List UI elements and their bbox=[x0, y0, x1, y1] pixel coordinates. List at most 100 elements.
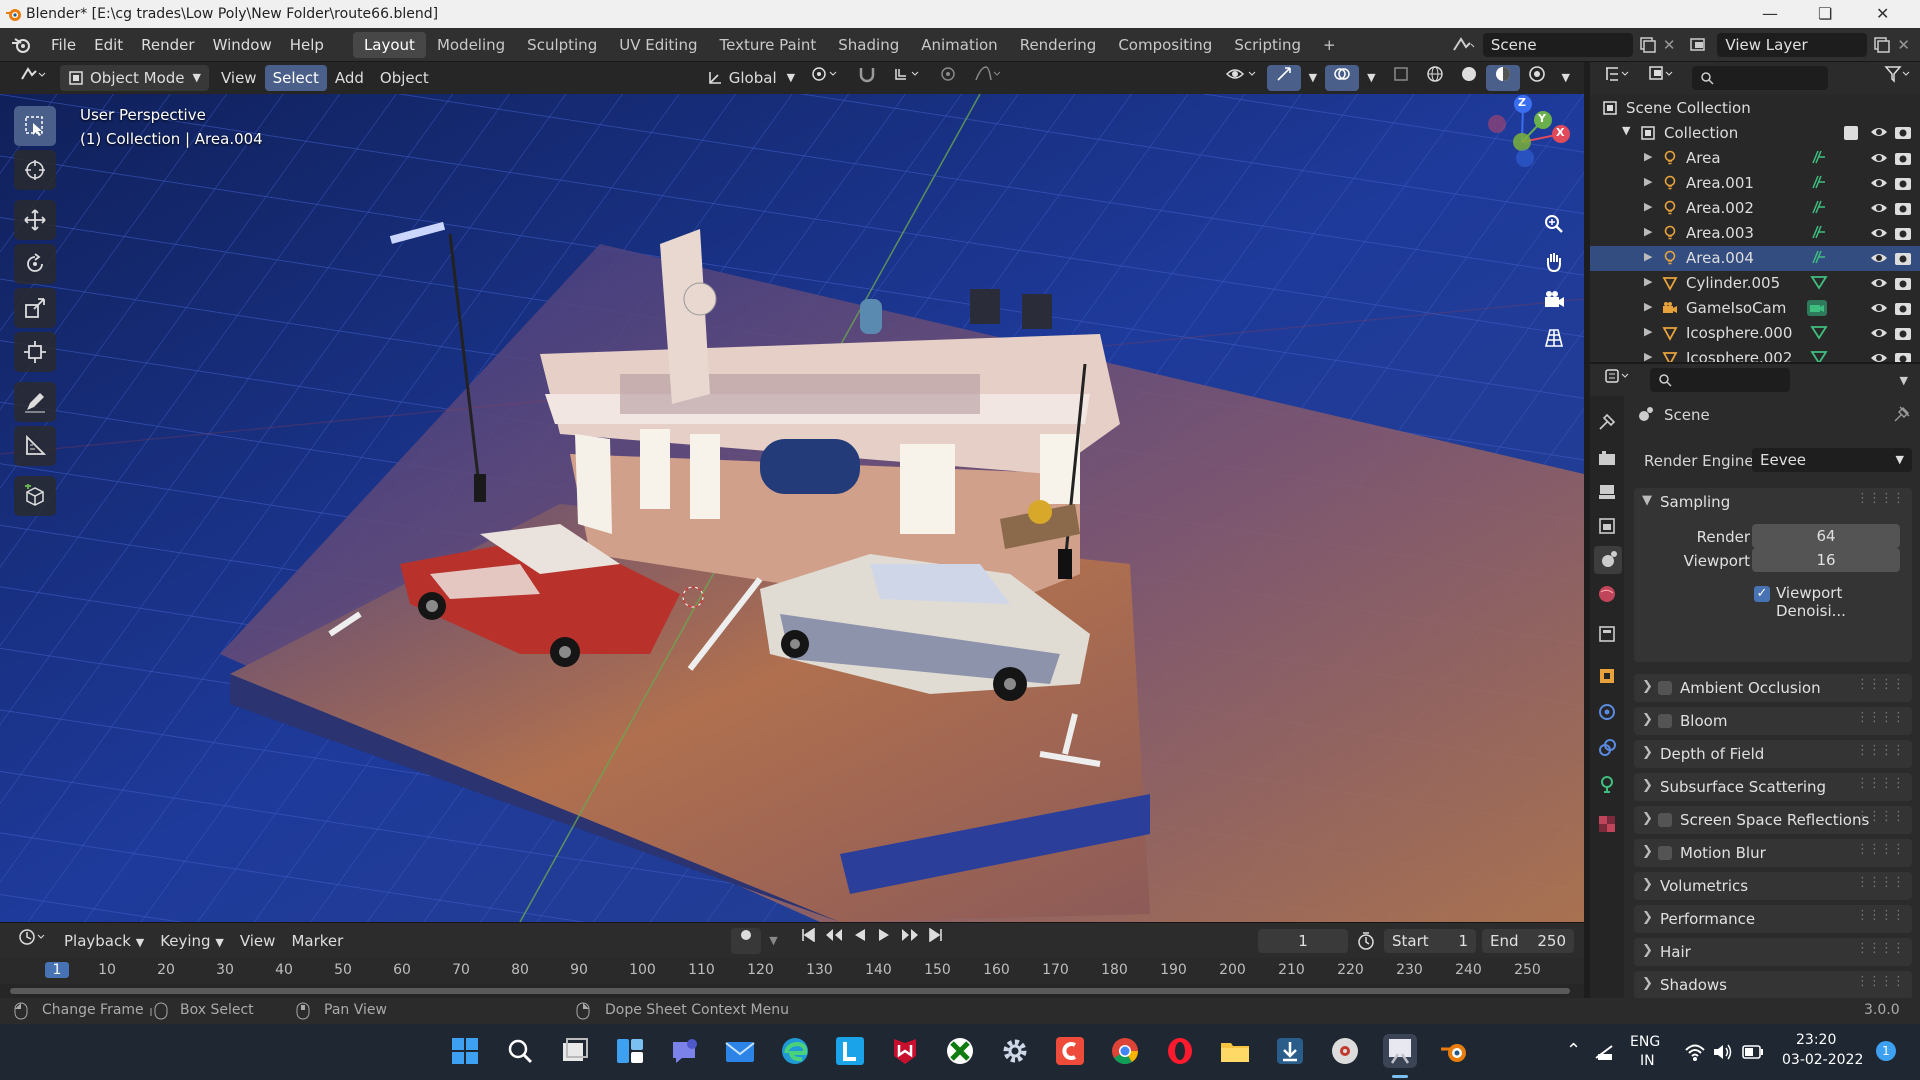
expand-right-icon[interactable]: ▶ bbox=[1644, 150, 1652, 163]
close-icon[interactable]: ✕ bbox=[1876, 4, 1889, 23]
download-app-icon[interactable] bbox=[1273, 1034, 1307, 1068]
cursor-tool-icon[interactable] bbox=[14, 150, 56, 190]
shading-dropdown-icon[interactable]: ▼ bbox=[1554, 65, 1578, 91]
task-view-icon[interactable] bbox=[558, 1034, 592, 1068]
add-workspace-button[interactable]: + bbox=[1312, 32, 1347, 58]
expand-right-icon[interactable]: ▶ bbox=[1644, 200, 1652, 213]
viewport-samples-field[interactable]: 16 bbox=[1752, 548, 1900, 572]
timeline-editor-type-icon[interactable] bbox=[10, 928, 56, 954]
mode-selector[interactable]: Object Mode ▼ bbox=[60, 65, 209, 91]
properties-search-input[interactable] bbox=[1650, 368, 1790, 392]
play-reverse-icon[interactable] bbox=[848, 928, 872, 954]
marker-menu[interactable]: Marker bbox=[283, 928, 351, 954]
drag-handle-icon[interactable]: ⋮⋮⋮⋮ bbox=[1856, 974, 1905, 989]
light-data-icon[interactable] bbox=[1810, 149, 1828, 165]
display-mode-icon[interactable] bbox=[1640, 65, 1684, 91]
drag-handle-icon[interactable]: ⋮⋮⋮⋮ bbox=[1856, 842, 1905, 857]
chevron-down-icon[interactable]: ▼ bbox=[1642, 493, 1652, 508]
property-panel[interactable]: ❯ Depth of Field ⋮⋮⋮⋮ bbox=[1634, 740, 1912, 768]
navigation-gizmo[interactable]: Z Y X bbox=[1475, 94, 1575, 174]
blender-taskbar-icon[interactable] bbox=[1438, 1034, 1472, 1068]
panel-enable-checkbox[interactable] bbox=[1658, 813, 1672, 827]
mesh-data-icon[interactable] bbox=[1810, 324, 1828, 340]
editor-type-icon[interactable] bbox=[12, 65, 54, 91]
visibility-eye-icon[interactable] bbox=[1870, 350, 1888, 362]
expand-right-icon[interactable]: ▶ bbox=[1644, 225, 1652, 238]
new-view-layer-icon[interactable] bbox=[1873, 36, 1891, 54]
chevron-right-icon[interactable]: ❯ bbox=[1642, 745, 1653, 760]
timeline-ruler[interactable]: 1 10 20 30 40 50 60 70 80 90 100 110 120 130 140 150 160… bbox=[0, 958, 1584, 984]
timeline-view-menu[interactable]: View bbox=[232, 928, 284, 954]
chevron-right-icon[interactable]: ❯ bbox=[1642, 811, 1653, 826]
search-icon[interactable] bbox=[503, 1034, 537, 1068]
chevron-right-icon[interactable]: ❯ bbox=[1642, 712, 1653, 727]
chrome-icon[interactable] bbox=[1108, 1034, 1142, 1068]
expand-down-icon[interactable]: ▼ bbox=[1622, 124, 1630, 137]
material-preview-icon[interactable] bbox=[1485, 65, 1520, 91]
mesh-data-icon[interactable] bbox=[1810, 349, 1828, 362]
perspective-toggle-icon[interactable] bbox=[1542, 326, 1566, 350]
overlays-toggle-icon[interactable] bbox=[1325, 65, 1360, 91]
tab-scripting[interactable]: Scripting bbox=[1223, 32, 1312, 58]
timeline-scrollbar[interactable] bbox=[0, 984, 1584, 998]
output-tab-icon[interactable] bbox=[1597, 482, 1617, 502]
tab-uv-editing[interactable]: UV Editing bbox=[608, 32, 708, 58]
chevron-right-icon[interactable]: ❯ bbox=[1642, 679, 1653, 694]
drag-handle-icon[interactable]: ⋮⋮⋮⋮ bbox=[1856, 710, 1905, 725]
view-layer-icon[interactable] bbox=[1689, 36, 1711, 54]
outliner-item[interactable]: ▶ Area.001 bbox=[1590, 171, 1920, 196]
clock-date[interactable]: 03-02-2022 bbox=[1782, 1052, 1863, 1068]
render-camera-icon[interactable] bbox=[1894, 250, 1912, 266]
measure-tool-icon[interactable] bbox=[14, 426, 56, 466]
chevron-right-icon[interactable]: ❯ bbox=[1642, 976, 1653, 991]
property-panel[interactable]: ❯ Ambient Occlusion ⋮⋮⋮⋮ bbox=[1634, 674, 1912, 702]
texture-tab-icon[interactable] bbox=[1597, 814, 1617, 834]
drag-handle-icon[interactable]: ⋮⋮⋮⋮ bbox=[1856, 941, 1905, 956]
start-frame-field[interactable]: Start 1 bbox=[1384, 928, 1476, 953]
tab-compositing[interactable]: Compositing bbox=[1107, 32, 1223, 58]
scene-render[interactable] bbox=[0, 94, 1584, 922]
restore-icon[interactable]: ❏ bbox=[1818, 4, 1832, 23]
chevron-right-icon[interactable]: ❯ bbox=[1642, 877, 1653, 892]
expand-right-icon[interactable]: ▶ bbox=[1644, 250, 1652, 263]
drag-handle-icon[interactable]: ⋮⋮⋮⋮ bbox=[1856, 875, 1905, 890]
render-camera-icon[interactable] bbox=[1894, 150, 1912, 166]
keying-set-icon[interactable]: ▼ bbox=[761, 928, 785, 954]
collection-tab-icon[interactable] bbox=[1597, 624, 1617, 644]
start-menu-icon[interactable] bbox=[448, 1034, 482, 1068]
battery-icon[interactable] bbox=[1742, 1044, 1764, 1060]
c-app-icon[interactable] bbox=[1053, 1034, 1087, 1068]
chevron-down-icon[interactable]: ▼ bbox=[1900, 374, 1908, 387]
falloff-icon[interactable] bbox=[965, 65, 1011, 91]
network-muted-icon[interactable] bbox=[1594, 1042, 1616, 1062]
pan-hand-icon[interactable] bbox=[1542, 250, 1566, 274]
opera-icon[interactable] bbox=[1163, 1034, 1197, 1068]
outliner-collection[interactable]: ▼ Collection bbox=[1590, 121, 1920, 146]
expand-right-icon[interactable]: ▶ bbox=[1644, 175, 1652, 188]
drag-handle-icon[interactable]: ⋮⋮⋮⋮ bbox=[1856, 809, 1905, 824]
expand-right-icon[interactable]: ▶ bbox=[1644, 350, 1652, 362]
viewport-denoise-checkbox[interactable]: ✓ bbox=[1754, 586, 1770, 602]
drag-handle-icon[interactable]: ⋮⋮⋮⋮ bbox=[1856, 677, 1905, 692]
outliner-item[interactable]: ▶ GameIsoCam bbox=[1590, 296, 1920, 321]
physics-tab-icon[interactable] bbox=[1597, 702, 1617, 722]
jump-start-icon[interactable] bbox=[796, 927, 820, 954]
solid-shading-icon[interactable] bbox=[1452, 65, 1486, 91]
chevron-right-icon[interactable]: ❯ bbox=[1642, 910, 1653, 925]
add-cube-tool-icon[interactable] bbox=[14, 476, 56, 516]
menu-help[interactable]: Help bbox=[281, 28, 333, 62]
select-box-tool-icon[interactable] bbox=[14, 106, 56, 146]
volume-icon[interactable] bbox=[1712, 1042, 1734, 1062]
expand-right-icon[interactable]: ▶ bbox=[1644, 275, 1652, 288]
visibility-icon[interactable] bbox=[1217, 65, 1267, 91]
render-camera-icon[interactable] bbox=[1894, 325, 1912, 341]
property-panel[interactable]: ❯ Shadows ⋮⋮⋮⋮ bbox=[1634, 971, 1912, 998]
wireframe-shading-icon[interactable] bbox=[1418, 65, 1452, 91]
property-panel[interactable]: ❯ Volumetrics ⋮⋮⋮⋮ bbox=[1634, 872, 1912, 900]
visibility-eye-icon[interactable] bbox=[1870, 124, 1888, 140]
menu-select[interactable]: Select bbox=[264, 65, 327, 91]
visibility-eye-icon[interactable] bbox=[1870, 325, 1888, 341]
jump-keyframe-forward-icon[interactable] bbox=[896, 928, 924, 954]
mcafee-icon[interactable] bbox=[888, 1034, 922, 1068]
property-panel[interactable]: ❯ Subsurface Scattering ⋮⋮⋮⋮ bbox=[1634, 773, 1912, 801]
